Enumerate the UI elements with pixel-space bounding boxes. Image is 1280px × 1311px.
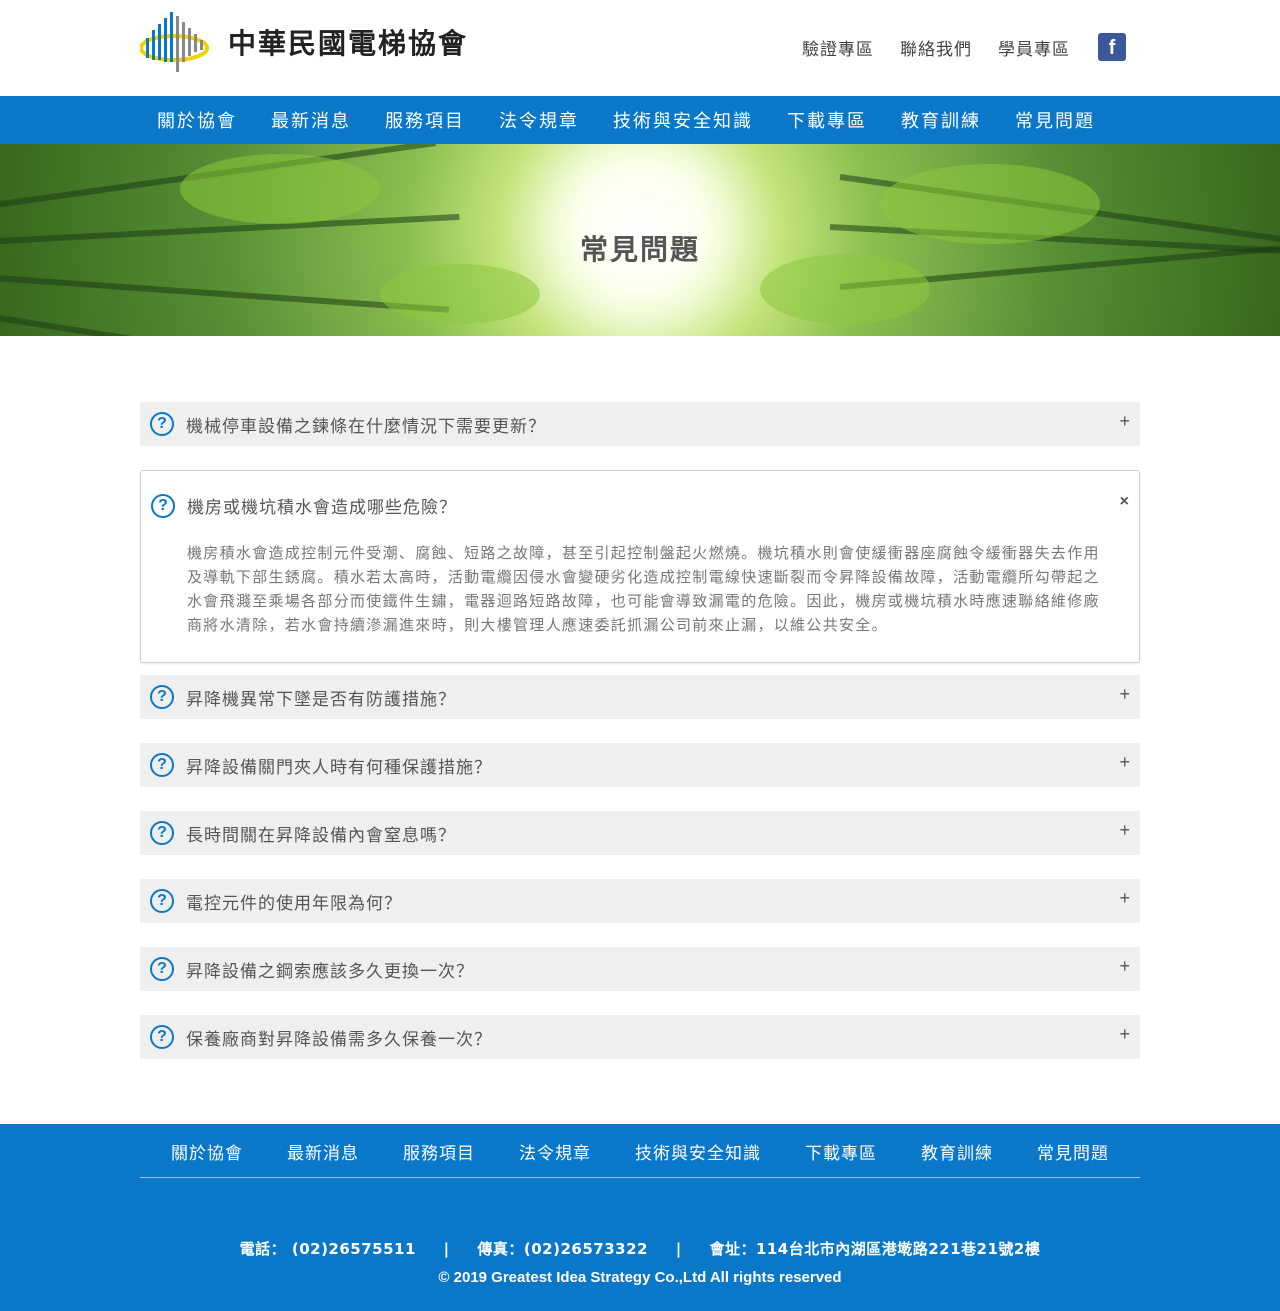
faq-item-expanded[interactable]: ? 機房或機坑積水會造成哪些危險？ × 機房積水會造成控制元件受潮、腐蝕、短路之… — [140, 470, 1140, 663]
footer-divider — [140, 1177, 1140, 1178]
faq-question: 電控元件的使用年限為何？ — [186, 893, 402, 914]
faq-question-row[interactable]: ? 機房或機坑積水會造成哪些危險？ × — [141, 493, 1139, 518]
expand-icon[interactable]: + — [1119, 1024, 1130, 1045]
banner-foliage — [180, 154, 380, 224]
facebook-icon[interactable]: f — [1098, 33, 1126, 61]
footer-link-technical-safety[interactable]: 技術與安全知識 — [613, 1139, 783, 1164]
faq-question: 機械停車設備之鍊條在什麼情況下需要更新？ — [186, 416, 546, 437]
faq-answer: 機房積水會造成控制元件受潮、腐蝕、短路之故障，甚至引起控制盤起火燃燒。機坑積水則… — [187, 544, 1100, 634]
faq-item[interactable]: ? 機械停車設備之鍊條在什麼情況下需要更新？ + — [140, 402, 1140, 446]
banner-foliage — [380, 264, 540, 324]
nav-item-faq[interactable]: 常見問題 — [998, 107, 1112, 133]
question-icon: ? — [150, 821, 174, 845]
footer-link-news[interactable]: 最新消息 — [265, 1139, 381, 1164]
site-header: 中華民國電梯協會 驗證專區 聯絡我們 學員專區 f — [0, 0, 1280, 96]
faq-item[interactable]: ? 昇降設備關門夾人時有何種保護措施？ + — [140, 743, 1140, 787]
question-icon: ? — [150, 753, 174, 777]
site-footer: 關於協會 最新消息 服務項目 法令規章 技術與安全知識 下載專區 教育訓練 常見… — [0, 1124, 1280, 1311]
faq-item[interactable]: ? 昇降機異常下墜是否有防護措施？ + — [140, 675, 1140, 719]
banner-bamboo-stalk — [0, 312, 406, 336]
footer-link-faq[interactable]: 常見問題 — [1015, 1139, 1131, 1164]
footer-address: 會址：114台北市內湖區港墘路221巷21號2樓 — [709, 1240, 1041, 1258]
logo-text: 中華民國電梯協會 — [228, 27, 469, 60]
question-icon: ? — [150, 685, 174, 709]
expand-icon[interactable]: + — [1119, 752, 1130, 773]
faq-item[interactable]: ? 長時間關在昇降設備內會窒息嗎？ + — [140, 811, 1140, 855]
page-title: 常見問題 — [579, 233, 700, 266]
footer-link-downloads[interactable]: 下載專區 — [783, 1139, 899, 1164]
page-banner: 常見問題 — [0, 144, 1280, 336]
close-icon[interactable]: × — [1120, 493, 1129, 511]
footer-fax: 傳真：(02)26573322 — [477, 1240, 648, 1258]
nav-item-regulations[interactable]: 法令規章 — [482, 107, 596, 133]
footer-copyright: © 2019 Greatest Idea Strategy Co.,Ltd Al… — [438, 1269, 842, 1286]
question-icon: ? — [150, 412, 174, 436]
footer-link-services[interactable]: 服務項目 — [381, 1139, 497, 1164]
top-link-member[interactable]: 學員專區 — [998, 35, 1070, 60]
faq-question: 保養廠商對昇降設備需多久保養一次？ — [186, 1029, 492, 1050]
footer-separator: | — [675, 1240, 682, 1258]
faq-question: 昇降設備關門夾人時有何種保護措施？ — [186, 757, 492, 778]
footer-link-about[interactable]: 關於協會 — [149, 1139, 265, 1164]
faq-item[interactable]: ? 電控元件的使用年限為何？ + — [140, 879, 1140, 923]
question-icon: ? — [150, 889, 174, 913]
main-nav: 關於協會 最新消息 服務項目 法令規章 技術與安全知識 下載專區 教育訓練 常見… — [0, 96, 1280, 144]
nav-item-services[interactable]: 服務項目 — [368, 107, 482, 133]
footer-link-regulations[interactable]: 法令規章 — [497, 1139, 613, 1164]
nav-item-news[interactable]: 最新消息 — [254, 107, 368, 133]
expand-icon[interactable]: + — [1119, 411, 1130, 432]
question-icon: ? — [150, 957, 174, 981]
footer-contact-info: 電話： (02)26575511 | 傳真：(02)26573322 | 會址：… — [0, 1238, 1280, 1259]
faq-question: 昇降設備之鋼索應該多久更換一次？ — [186, 961, 474, 982]
nav-item-about[interactable]: 關於協會 — [140, 107, 254, 133]
faq-item[interactable]: ? 昇降設備之鋼索應該多久更換一次？ + — [140, 947, 1140, 991]
footer-link-training[interactable]: 教育訓練 — [899, 1139, 1015, 1164]
expand-icon[interactable]: + — [1119, 888, 1130, 909]
top-link-certification[interactable]: 驗證專區 — [802, 35, 874, 60]
site-logo[interactable]: 中華民國電梯協會 — [140, 10, 468, 74]
footer-phone: 電話： (02)26575511 — [239, 1240, 416, 1258]
question-icon: ? — [150, 1025, 174, 1049]
nav-item-downloads[interactable]: 下載專區 — [770, 107, 884, 133]
expand-icon[interactable]: + — [1119, 820, 1130, 841]
faq-question: 昇降機異常下墜是否有防護措施？ — [186, 689, 456, 710]
nav-item-training[interactable]: 教育訓練 — [884, 107, 998, 133]
footer-nav: 關於協會 最新消息 服務項目 法令規章 技術與安全知識 下載專區 教育訓練 常見… — [0, 1124, 1280, 1164]
question-icon: ? — [151, 493, 175, 518]
top-link-contact[interactable]: 聯絡我們 — [900, 35, 972, 60]
faq-question: 長時間關在昇降設備內會窒息嗎？ — [186, 825, 456, 846]
logo-mark-icon — [140, 12, 209, 72]
footer-separator: | — [443, 1240, 450, 1258]
nav-item-technical-safety[interactable]: 技術與安全知識 — [596, 107, 770, 133]
expand-icon[interactable]: + — [1119, 684, 1130, 705]
top-links: 驗證專區 聯絡我們 學員專區 — [776, 35, 1070, 60]
faq-question: 機房或機坑積水會造成哪些危險？ — [187, 498, 457, 518]
expand-icon[interactable]: + — [1119, 956, 1130, 977]
faq-item[interactable]: ? 保養廠商對昇降設備需多久保養一次？ + — [140, 1015, 1140, 1059]
faq-list: ? 機械停車設備之鍊條在什麼情況下需要更新？ + ? 機房或機坑積水會造成哪些危… — [140, 402, 1140, 1083]
